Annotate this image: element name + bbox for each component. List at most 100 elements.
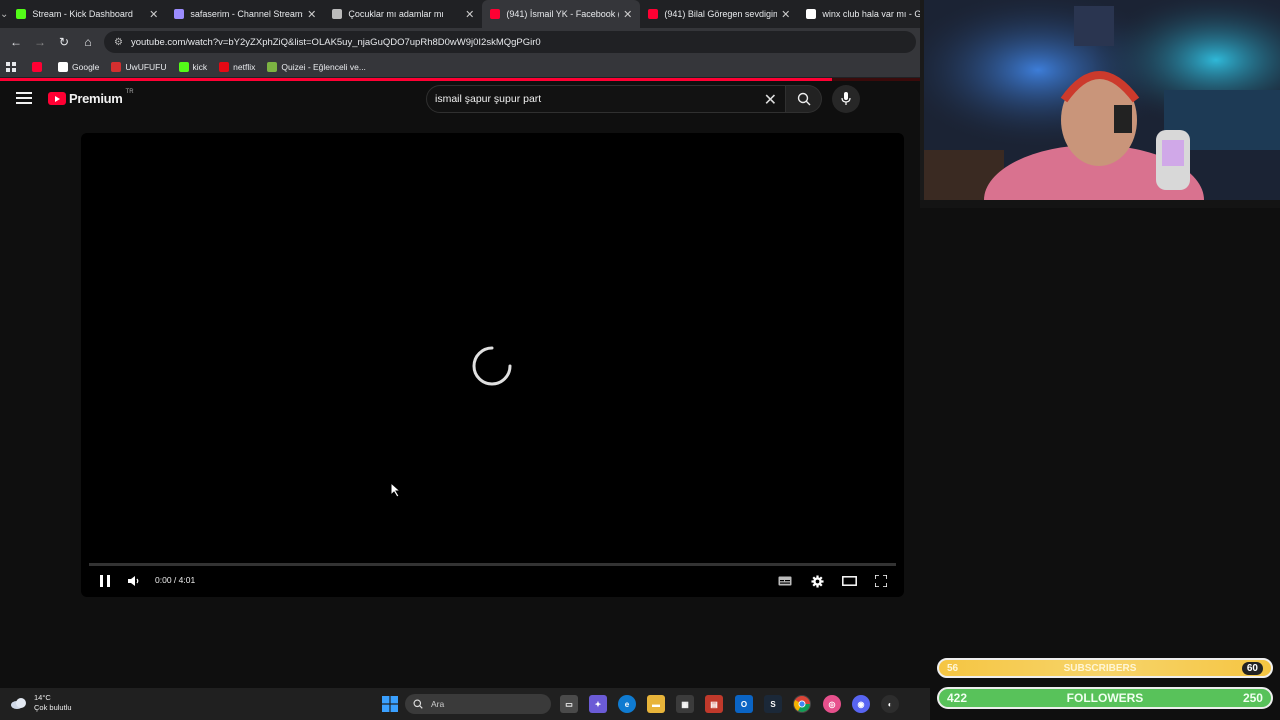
tab-favicon-icon	[490, 9, 501, 19]
obs-icon[interactable]: ◐	[881, 695, 899, 713]
discord-icon[interactable]: ◉	[852, 695, 870, 713]
subscribers-goal-bar: 56 SUBSCRIBERS 60	[937, 658, 1273, 678]
followers-goal: 250	[1242, 691, 1263, 705]
loading-spinner-icon	[472, 346, 512, 386]
kick-icon	[178, 61, 189, 72]
settings-button[interactable]	[809, 573, 825, 589]
copilot-icon[interactable]: ✦	[589, 695, 607, 713]
home-icon[interactable]: ⌂	[76, 35, 100, 49]
browser-tab[interactable]: Çocuklar mı adamlar mı ✕	[324, 0, 482, 28]
youtube-header: Premium TR ismail şapur şupur part ✕	[0, 82, 924, 118]
address-bar[interactable]: ⚙ youtube.com/watch?v=bY2yZXphZiQ&list=O…	[104, 31, 916, 53]
search-icon	[413, 699, 423, 709]
theater-mode-button[interactable]	[841, 573, 857, 589]
followers-current: 422	[947, 691, 968, 705]
mouse-cursor-icon	[390, 482, 402, 498]
tab-close-icon[interactable]: ✕	[623, 8, 632, 21]
bookmark-label: kick	[192, 61, 208, 72]
webcam-feed	[924, 0, 1280, 200]
bookmark-item[interactable]: UwUFUFU	[111, 61, 167, 72]
browser-tab[interactable]: (941) İsmail YK - Facebook (Offi ✕	[482, 0, 641, 28]
fullscreen-button[interactable]	[873, 573, 889, 589]
chrome-icon[interactable]	[793, 695, 811, 713]
task-view-icon[interactable]: ▭	[560, 695, 578, 713]
file-explorer-icon[interactable]: ▬	[647, 695, 665, 713]
bookmark-label: Quizei - Eğlenceli ve...	[281, 61, 366, 72]
logo-word: Premium	[69, 91, 123, 106]
bookmark-item[interactable]: kick	[178, 61, 208, 72]
taskbar-search-placeholder: Ara	[431, 699, 445, 709]
youtube-premium-logo[interactable]: Premium TR	[48, 89, 134, 106]
url-text: youtube.com/watch?v=bY2yZXphZiQ&list=OLA…	[130, 36, 541, 48]
tab-title: safaserim - Channel Streams on	[190, 9, 303, 19]
fullscreen-icon	[875, 575, 887, 587]
video-player[interactable]: 0:00 / 4:01	[81, 133, 904, 597]
gear-icon	[810, 574, 824, 588]
voice-search-button[interactable]	[832, 85, 860, 113]
followers-label: FOLLOWERS	[1066, 691, 1144, 705]
search-input[interactable]: ismail şapur şupur part ✕	[426, 85, 786, 113]
google-icon	[58, 61, 68, 72]
clear-search-icon[interactable]: ✕	[764, 90, 777, 110]
tab-close-icon[interactable]: ✕	[781, 8, 790, 21]
tab-title: Çocuklar mı adamlar mı	[348, 9, 444, 19]
edge-browser-icon[interactable]: e	[618, 695, 636, 713]
browser-tab[interactable]: Stream - Kick Dashboard ✕	[8, 0, 166, 28]
site-info-icon[interactable]: ⚙	[114, 37, 123, 48]
video-progress-bar[interactable]	[89, 563, 896, 566]
quizei-icon	[267, 61, 278, 72]
bookmark-label: Google	[72, 61, 100, 72]
tab-search-chevron-icon[interactable]: ⌄	[0, 0, 8, 28]
apps-grid-icon[interactable]	[6, 61, 16, 72]
cloud-icon	[11, 698, 26, 709]
bookmark-item[interactable]: Quizei - Eğlenceli ve...	[267, 61, 366, 72]
subtitles-icon	[778, 576, 792, 586]
microphone-icon	[841, 92, 851, 105]
webcam-frame-bottom	[920, 200, 1280, 208]
app-icon[interactable]: ▤	[705, 695, 723, 713]
tab-close-icon[interactable]: ✕	[149, 8, 158, 21]
tab-close-icon[interactable]: ✕	[465, 8, 474, 21]
windows-start-icon[interactable]	[381, 695, 399, 713]
weather-description: Çok bulutlu	[34, 703, 72, 712]
youtube-icon	[32, 61, 42, 72]
outlook-icon[interactable]: O	[735, 695, 753, 713]
tab-favicon-icon	[332, 9, 343, 19]
tab-favicon-icon	[16, 9, 27, 19]
theater-mode-icon	[841, 576, 857, 586]
pink-app-icon[interactable]: ◎	[823, 695, 841, 713]
menu-hamburger-icon[interactable]	[16, 92, 32, 106]
steam-icon[interactable]: S	[764, 695, 782, 713]
browser-tab[interactable]: (941) Bilal Göregen sevdigim Ki✕	[640, 0, 798, 28]
volume-icon	[128, 576, 139, 586]
tab-favicon-icon	[174, 9, 185, 19]
taskbar-search-input[interactable]: Ara	[405, 694, 551, 714]
subscribers-current: 56	[947, 662, 959, 674]
reload-icon[interactable]: ↻	[52, 35, 76, 49]
tab-close-icon[interactable]: ✕	[307, 8, 316, 21]
youtube-play-logo-icon	[48, 92, 66, 105]
weather-widget[interactable]: 14°C Çok bulutlu	[10, 693, 72, 713]
search-query-text: ismail şapur şupur part	[435, 93, 542, 105]
forward-arrow-icon[interactable]: →	[28, 35, 52, 49]
bookmark-item[interactable]: netflix	[219, 61, 255, 72]
tab-favicon-icon	[806, 9, 817, 19]
pause-button[interactable]	[97, 573, 113, 589]
browser-toolbar: ← → ↻ ⌂ ⚙ youtube.com/watch?v=bY2yZXphZi…	[0, 28, 924, 56]
tab-title: (941) Bilal Göregen sevdigim Ki	[664, 9, 778, 19]
bookmark-item[interactable]	[32, 61, 46, 72]
pause-icon	[100, 575, 110, 587]
search-icon	[797, 92, 810, 106]
browser-tab[interactable]: safaserim - Channel Streams on ✕	[166, 0, 324, 28]
bookmark-item[interactable]: Google	[58, 61, 100, 72]
video-time: 0:00 / 4:01	[155, 575, 196, 585]
search-button[interactable]	[786, 85, 822, 113]
microsoft-store-icon[interactable]: ▦	[676, 695, 694, 713]
volume-button[interactable]	[126, 573, 142, 589]
subtitles-button[interactable]	[777, 573, 793, 589]
back-arrow-icon[interactable]: ←	[4, 35, 28, 49]
tab-title: (941) İsmail YK - Facebook (Offi	[506, 9, 619, 19]
browser-tab-strip: ⌄ Stream - Kick Dashboard ✕ safaserim - Ch…	[0, 0, 948, 28]
bookmarks-bar: Google UwUFUFU kick netflix Quizei - Eğlence…	[0, 56, 924, 78]
weather-temperature: 14°C	[34, 693, 51, 702]
